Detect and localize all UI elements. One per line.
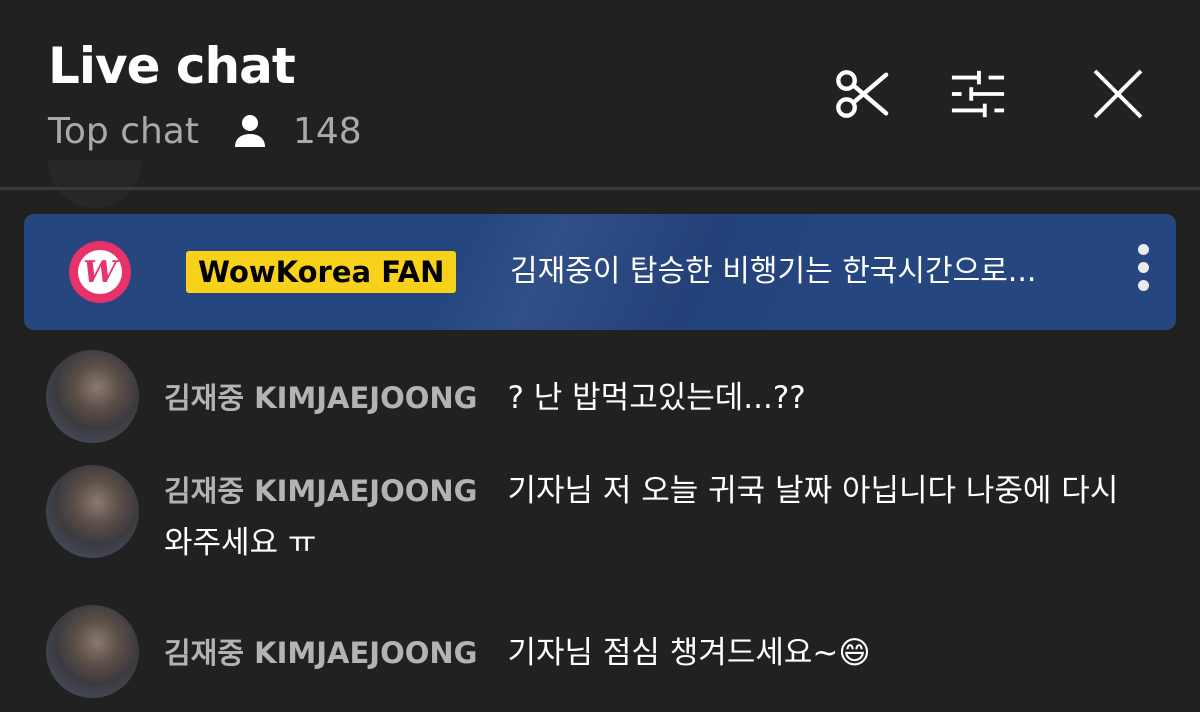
message-author[interactable]: 김재중 KIMJAEJOONG: [164, 636, 477, 670]
scissors-icon: [836, 70, 889, 118]
logo-letter: W: [83, 255, 120, 290]
close-icon: [1093, 69, 1143, 119]
page-title: Live chat: [48, 37, 296, 95]
avatar[interactable]: [46, 465, 139, 558]
person-icon: [234, 115, 265, 147]
pinned-message-banner[interactable]: W WowKorea FAN 김재중이 탑승한 비행기는 한국시간으로...: [24, 214, 1176, 330]
message-text: ? 난 밥먹고있는데...??: [507, 380, 806, 416]
message-body: 김재중 KIMJAEJOONG 기자님 저 오늘 귀국 날짜 아닙니다 나중에 다…: [164, 465, 1144, 569]
message-author[interactable]: 김재중 KIMJAEJOONG: [164, 474, 477, 508]
settings-button[interactable]: [950, 66, 1006, 122]
clip-button[interactable]: [834, 66, 890, 122]
more-options-icon[interactable]: [1134, 244, 1152, 304]
close-button[interactable]: [1090, 66, 1146, 122]
header-divider: [0, 187, 1200, 190]
tune-icon: [951, 70, 1005, 118]
avatar[interactable]: [46, 605, 139, 698]
chat-header: Live chat Top chat 148: [0, 0, 1200, 188]
pinned-message-text: 김재중이 탑승한 비행기는 한국시간으로...: [510, 254, 1037, 289]
chat-mode-row: Top chat 148: [48, 108, 362, 154]
message-body: 김재중 KIMJAEJOONG ? 난 밥먹고있는데...??: [164, 372, 1144, 424]
chat-mode-selector[interactable]: Top chat: [48, 111, 199, 152]
avatar[interactable]: [46, 350, 139, 443]
wowkorea-logo: W: [69, 241, 131, 303]
viewer-count: 148: [292, 110, 362, 152]
message-body: 김재중 KIMJAEJOONG 기자님 점심 챙겨드세요~😄: [164, 627, 1144, 679]
message-text: 기자님 점심 챙겨드세요~😄: [507, 635, 871, 671]
author-badge: WowKorea FAN: [186, 251, 457, 293]
scrolled-avatar: [48, 160, 142, 208]
message-author[interactable]: 김재중 KIMJAEJOONG: [164, 381, 477, 415]
